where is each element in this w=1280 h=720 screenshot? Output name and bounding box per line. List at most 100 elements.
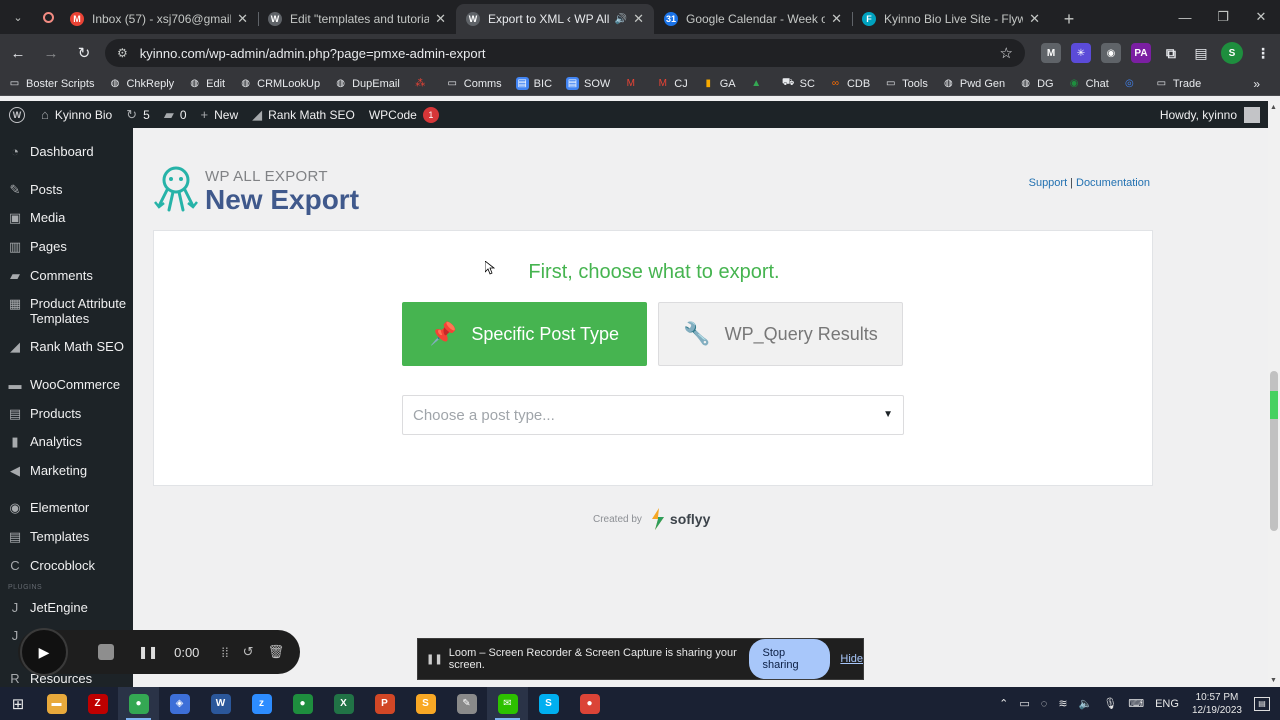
soflyy-link[interactable]: soflyy [670,511,710,527]
howdy-user-menu[interactable]: Howdy, kyinno [1160,101,1260,128]
bookmark-item[interactable]: ◉ Chat [1068,77,1109,90]
taskbar-explorer-icon[interactable]: ▬ [36,687,77,720]
sidebar-item-templates[interactable]: ▤ Templates [0,529,133,544]
bookmark-item[interactable]: ◍ DG [1019,77,1053,90]
tray-chevron-icon[interactable]: ⌃ [999,697,1008,710]
system-clock[interactable]: 10:57 PM 12/19/2023 [1192,691,1242,717]
taskbar-chrome-green-icon[interactable]: ● [282,687,323,720]
keyboard-icon[interactable]: ⌨ [1128,697,1144,710]
sidebar-item-comments[interactable]: ▰ Comments [0,268,133,283]
taskbar-network-icon[interactable]: ◈ [159,687,200,720]
support-link[interactable]: Support [1029,177,1068,189]
wpcode-link[interactable]: WPCode 1 [362,101,446,128]
bookmark-item[interactable]: ▭ Tools [884,77,928,90]
tab-close-icon[interactable]: ✕ [633,11,644,27]
sidebar-item-jetengine[interactable]: J JetEngine [0,600,133,615]
documentation-link[interactable]: Documentation [1076,177,1150,189]
pause-icon[interactable]: ❚❚ [138,645,158,659]
language-indicator[interactable]: ENG [1155,698,1179,710]
reload-button[interactable]: ↻ [69,38,99,68]
bookmark-item[interactable]: ◎ [1123,77,1141,90]
sidebar-item-pages[interactable]: ▥ Pages [0,239,133,254]
drag-grid-icon[interactable]: ⁞⁞ [221,645,228,660]
battery-icon[interactable]: ▭ [1019,697,1029,710]
windows-start-icon[interactable]: ⊞ [0,687,36,720]
tab-search-icon[interactable]: ⌄ [0,0,36,34]
browser-tab[interactable]: F Kyinno Bio Live Site - Flywheel ✕ [852,4,1050,34]
bookmark-item[interactable]: ⛟ SC [782,77,815,90]
sidebar-item-products[interactable]: ▤ Products [0,406,133,421]
bookmark-item[interactable]: ◍ CRMLookUp [239,77,320,90]
stop-sharing-button[interactable]: Stop sharing [749,639,831,679]
bookmark-item[interactable]: ◍ ChkReply [108,77,175,90]
bookmark-item[interactable]: ▤ BIC [515,77,552,90]
network-icon[interactable]: ◌ [1041,698,1048,710]
tab-close-icon[interactable]: ✕ [1029,11,1040,27]
drag-handle-icon[interactable]: ❚❚ [426,654,443,665]
site-info-icon[interactable]: ⚙ [117,46,128,60]
browser-tab[interactable]: W Edit "templates and tutorials" ✕ [258,4,456,34]
tab-audio-icon[interactable]: 🔊 [615,14,627,25]
minimize-button[interactable]: — [1166,0,1204,34]
updates-link[interactable]: ↻ 5 [119,101,157,128]
close-window-button[interactable]: ✕ [1242,0,1280,34]
bookmark-item[interactable]: ◍ Pwd Gen [942,77,1005,90]
bookmark-item[interactable]: ∞ CDB [829,77,870,90]
sidebar-item-media[interactable]: ▣ Media [0,210,133,225]
tab-close-icon[interactable]: ✕ [831,11,842,27]
microphone-icon[interactable]: 🎙 [1103,697,1117,710]
url-text[interactable]: kyinno.com/wp-admin/admin.php?page=pmxe-… [140,46,1000,61]
side-panel-icon[interactable]: ▤ [1191,43,1211,63]
sidebar-item-woocommerce[interactable]: ▬ WooCommerce [0,377,133,392]
page-scrollbar[interactable]: ▲ ▼ [1268,101,1280,687]
taskbar-wechat-icon[interactable]: ✉ [487,687,528,720]
forward-button[interactable]: → [36,38,66,68]
taskbar-chrome-icon[interactable]: ● [118,687,159,720]
browser-tab[interactable]: 31 Google Calendar - Week of December ✕ [654,4,852,34]
address-bar[interactable]: ⚙ kyinno.com/wp-admin/admin.php?page=pmx… [105,39,1025,67]
bookmark-item[interactable]: ▤ SOW [566,77,610,90]
maximize-button[interactable]: ❐ [1204,0,1242,34]
notification-center-icon[interactable]: ▤ [1254,696,1270,711]
scroll-up-arrow-icon[interactable]: ▲ [1270,104,1277,111]
sidebar-item-dashboard[interactable]: ◔ Dashboard [0,144,133,159]
hide-sharing-bar-link[interactable]: Hide [840,653,863,665]
extension-m-icon[interactable]: M [1041,43,1061,63]
specific-post-type-button[interactable]: 📌 Specific Post Type [402,302,647,366]
bookmark-item[interactable]: M CJ [656,77,688,90]
sidebar-item-crocoblock[interactable]: C Crocoblock [0,558,133,573]
extension-camera-icon[interactable]: ◉ [1101,43,1121,63]
tab-close-icon[interactable]: ✕ [435,11,446,27]
wordpress-logo-icon[interactable]: W [0,101,34,128]
bookmarks-overflow-icon[interactable]: » [1253,77,1260,91]
rank-math-link[interactable]: ◢ Rank Math SEO [245,101,362,128]
taskbar-word-icon[interactable]: W [200,687,241,720]
restart-icon[interactable]: ↺ [243,644,254,660]
wifi-icon[interactable]: ≋ [1058,697,1067,710]
taskbar-excel-icon[interactable]: X [323,687,364,720]
camera-icon[interactable]: ▶ [20,628,68,676]
extension-spark-icon[interactable]: ✳ [1071,43,1091,63]
tab-close-icon[interactable]: ✕ [237,11,248,27]
wp-query-results-button[interactable]: 🔧 WP_Query Results [658,302,903,366]
taskbar-sublime-icon[interactable]: S [405,687,446,720]
stop-recording-button[interactable] [98,644,114,660]
taskbar-skype-icon[interactable]: S [528,687,569,720]
browser-tab[interactable]: W Export to XML ‹ WP All Export 🔊 ✕ [456,4,654,34]
taskbar-powerpoint-icon[interactable]: P [364,687,405,720]
scroll-down-arrow-icon[interactable]: ▼ [1270,677,1277,684]
bookmark-item[interactable]: ◍ DupEmail [334,77,400,90]
new-content-link[interactable]: + New [194,101,246,128]
bookmark-item[interactable]: M [624,77,642,90]
extension-pa-icon[interactable]: PA [1131,43,1151,63]
sidebar-item-posts[interactable]: ✎ Posts [0,182,133,197]
sidebar-item-marketing[interactable]: ◀ Marketing [0,463,133,478]
sidebar-item-product-attribute-templates[interactable]: ▦ Product Attribute Templates [0,296,133,326]
volume-icon[interactable]: 🔈 [1079,697,1093,710]
post-type-select[interactable]: Choose a post type... ▼ [402,395,904,435]
bookmark-item[interactable]: ⁂ [414,77,432,90]
chrome-menu-icon[interactable]: ⋮ [1253,43,1273,63]
sidebar-item-analytics[interactable]: ▮ Analytics [0,434,133,449]
new-tab-button[interactable]: + [1054,4,1084,34]
taskbar-zoom-icon[interactable]: z [241,687,282,720]
